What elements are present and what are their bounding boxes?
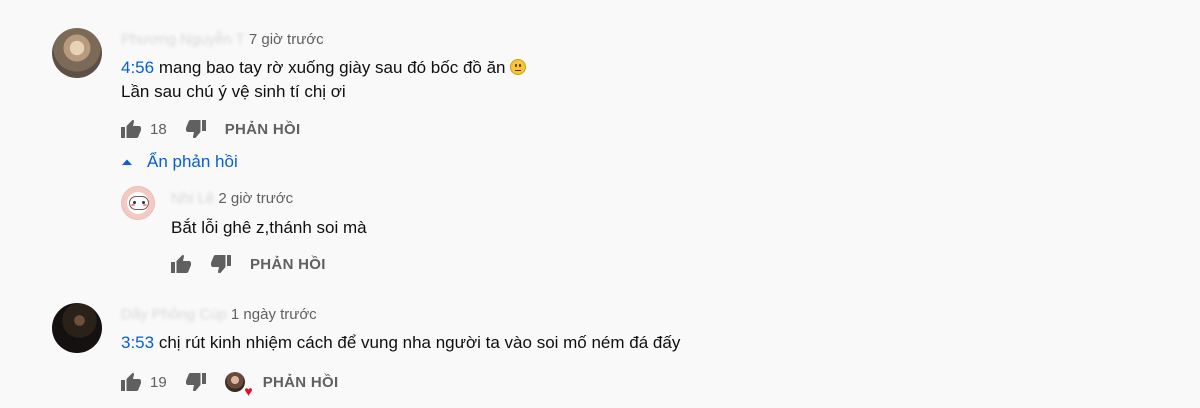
thumb-up-icon[interactable] <box>120 118 142 140</box>
timestamp-link[interactable]: 4:56 <box>121 58 154 77</box>
comment-time[interactable]: 7 giờ trước <box>249 31 324 48</box>
avatar[interactable] <box>52 303 102 353</box>
thumb-down-icon[interactable] <box>185 118 207 140</box>
author-name[interactable]: Nhi Lê <box>171 190 214 207</box>
avatar[interactable] <box>52 28 102 78</box>
avatar-face <box>129 196 149 210</box>
comment-actions: PHẢN HỒI <box>170 252 326 276</box>
comment-time[interactable]: 2 giờ trước <box>218 190 293 207</box>
heart-icon: ♥ <box>244 383 253 399</box>
creator-heart-badge: ♥ <box>224 372 253 398</box>
comment-text: 3:53 chị rút kinh nhiệm cách để vung nha… <box>121 329 680 357</box>
caret-up-icon <box>122 159 132 165</box>
reply-button[interactable]: PHẢN HỒI <box>263 374 339 391</box>
author-name[interactable]: Dây Phông Cúp <box>121 306 227 323</box>
avatar[interactable] <box>121 186 155 220</box>
like-count: 19 <box>150 373 167 391</box>
comment-actions: 18 PHẢN HỒI <box>120 117 300 141</box>
comment-header: Dây Phông Cúp 1 ngày trước <box>121 306 317 323</box>
like-count: 18 <box>150 120 167 138</box>
author-name[interactable]: Phương Nguyễn T <box>121 31 245 48</box>
reply-button[interactable]: PHẢN HỒI <box>250 256 326 273</box>
hide-replies-button[interactable]: Ẩn phản hồi <box>121 152 238 172</box>
timestamp-link[interactable]: 3:53 <box>121 333 154 352</box>
comment-header: Nhi Lê 2 giờ trước <box>171 190 293 207</box>
comment-text-body: chị rút kinh nhiệm cách để vung nha ngườ… <box>158 333 681 352</box>
thumb-down-icon[interactable] <box>210 253 232 275</box>
comment-text-line1: mang bao tay rờ xuống giày sau đó bốc đồ… <box>158 58 506 77</box>
comment-actions: 19 ♥ PHẢN HỒI <box>120 370 339 398</box>
comment-time[interactable]: 1 ngày trước <box>231 306 317 323</box>
hide-replies-label: Ẩn phản hồi <box>147 152 238 171</box>
comment-text: Bắt lỗi ghê z,thánh soi mà <box>171 218 367 237</box>
reply-button[interactable]: PHẢN HỒI <box>225 121 301 138</box>
comment-header: Phương Nguyễn T7 giờ trước <box>121 31 324 48</box>
thumb-up-icon[interactable] <box>170 253 192 275</box>
emoji-icon <box>510 59 527 75</box>
thumb-down-icon[interactable] <box>185 371 207 393</box>
thumb-up-icon[interactable] <box>120 371 142 393</box>
comment-text-line2: Lần sau chú ý vệ sinh tí chị ơi <box>121 82 346 101</box>
